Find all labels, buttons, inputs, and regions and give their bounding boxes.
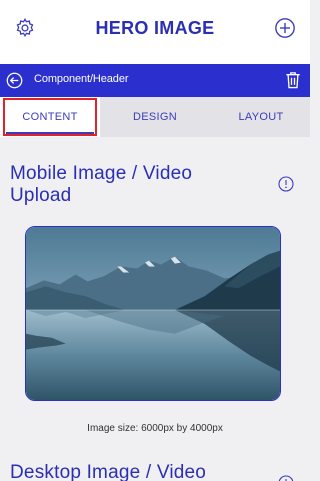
- breadcrumb[interactable]: Component/Header: [34, 73, 129, 85]
- mobile-image-preview[interactable]: [25, 226, 281, 401]
- mobile-upload-title: Mobile Image / Video Upload: [10, 163, 193, 206]
- tab-design[interactable]: DESIGN: [105, 97, 205, 137]
- tab-content[interactable]: CONTENT: [0, 97, 100, 137]
- breadcrumb-bar: Component/Header: [0, 64, 310, 97]
- mountain-lake-image: [26, 227, 280, 400]
- tab-bar: CONTENT DESIGN LAYOUT: [0, 97, 310, 137]
- tab-layout[interactable]: LAYOUT: [211, 97, 311, 137]
- info-icon[interactable]: [278, 176, 294, 192]
- trash-icon[interactable]: [285, 71, 301, 89]
- back-arrow-circle-icon[interactable]: [6, 72, 23, 89]
- plus-circle-icon[interactable]: [274, 17, 296, 39]
- tab-label: CONTENT: [22, 111, 78, 123]
- desktop-upload-title: Desktop Image / Video: [10, 462, 207, 481]
- info-icon[interactable]: [278, 475, 294, 481]
- tab-label: DESIGN: [133, 111, 177, 123]
- active-tab-indicator: [6, 132, 94, 134]
- tab-label: LAYOUT: [238, 111, 284, 123]
- page-title: HERO IMAGE: [95, 18, 215, 38]
- image-size-caption: Image size: 6000px by 4000px: [87, 423, 223, 434]
- app-header: HERO IMAGE: [0, 0, 310, 64]
